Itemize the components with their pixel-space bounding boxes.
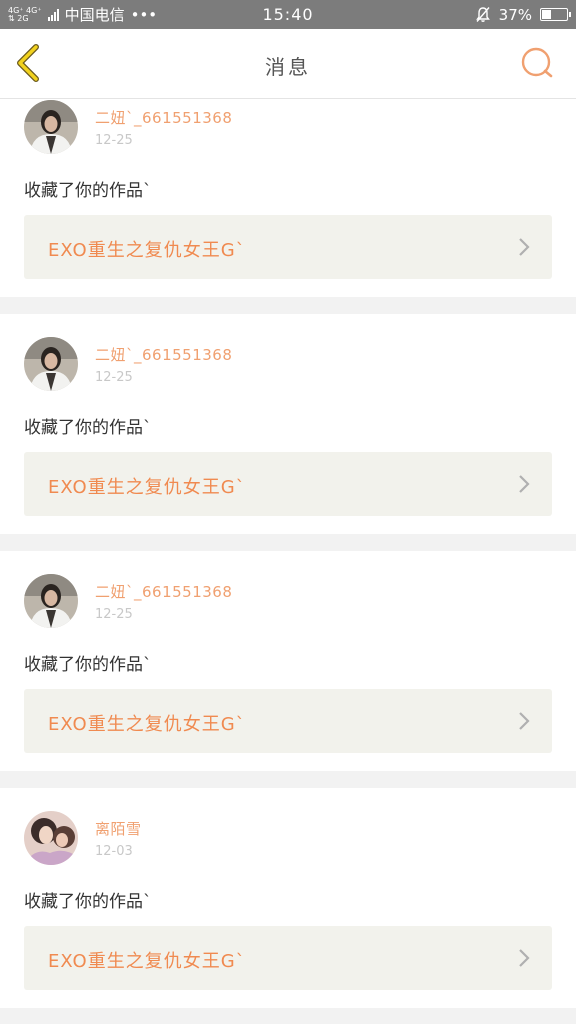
status-right: 37% [475,5,571,24]
action-text: 收藏了你的作品` [24,892,152,912]
notification-card: 二妞`_661551368 12-25 收藏了你的作品` EXO重生之复仇女王G… [0,99,576,297]
chevron-right-icon [519,712,530,730]
network-type: 4G⁺ 4G⁺ ⇅ 2G [8,6,42,23]
work-link[interactable]: EXO重生之复仇女王G` [24,689,552,753]
avatar[interactable] [24,574,78,628]
status-left: 4G⁺ 4G⁺ ⇅ 2G 中国电信 ••• [8,4,475,25]
work-link[interactable]: EXO重生之复仇女王G` [24,215,552,279]
username[interactable]: 二妞`_661551368 [95,344,232,365]
notification-card: 离陌雪 12-03 收藏了你的作品` EXO重生之复仇女王G` [0,788,576,1008]
notification-card: 二妞`_661551368 12-25 收藏了你的作品` EXO重生之复仇女王G… [0,551,576,771]
network-type-bottom: ⇅ 2G [8,13,29,23]
bell-muted-icon [475,7,490,22]
work-title: EXO重生之复仇女王G` [48,477,246,498]
chevron-right-icon [519,949,530,967]
action-text: 收藏了你的作品` [24,418,152,438]
work-title: EXO重生之复仇女王G` [48,951,246,972]
chevron-left-icon [17,44,39,82]
page-title: 消息 [265,55,311,79]
search-icon [521,47,553,78]
username[interactable]: 二妞`_661551368 [95,107,232,128]
avatar[interactable] [24,811,78,865]
battery-icon [540,8,571,21]
timestamp: 12-03 [95,844,133,859]
avatar[interactable] [24,100,78,154]
chevron-right-icon [519,238,530,256]
search-button[interactable] [520,47,556,81]
back-button[interactable] [12,43,48,83]
action-text: 收藏了你的作品` [24,181,152,201]
avatar[interactable] [24,337,78,391]
signal-icon [47,8,59,21]
work-link[interactable]: EXO重生之复仇女王G` [24,452,552,516]
username[interactable]: 离陌雪 [95,818,142,839]
carrier-name: 中国电信 [64,6,125,24]
action-text: 收藏了你的作品` [24,655,152,675]
chevron-right-icon [519,475,530,493]
notification-card: 二妞`_661551368 12-25 收藏了你的作品` EXO重生之复仇女王G… [0,314,576,534]
battery-percent: 37% [498,5,532,24]
username[interactable]: 二妞`_661551368 [95,581,232,602]
work-link[interactable]: EXO重生之复仇女王G` [24,926,552,990]
status-bar: 4G⁺ 4G⁺ ⇅ 2G 中国电信 ••• 15:40 37% [0,0,576,29]
more-notifications-dots: ••• [130,5,158,24]
app-header: 消息 [0,29,576,99]
timestamp: 12-25 [95,133,133,148]
notification-list[interactable]: 二妞`_661551368 12-25 收藏了你的作品` EXO重生之复仇女王G… [0,99,576,1024]
battery-level [542,10,551,19]
work-title: EXO重生之复仇女王G` [48,714,246,735]
timestamp: 12-25 [95,370,133,385]
timestamp: 12-25 [95,607,133,622]
work-title: EXO重生之复仇女王G` [48,240,246,261]
